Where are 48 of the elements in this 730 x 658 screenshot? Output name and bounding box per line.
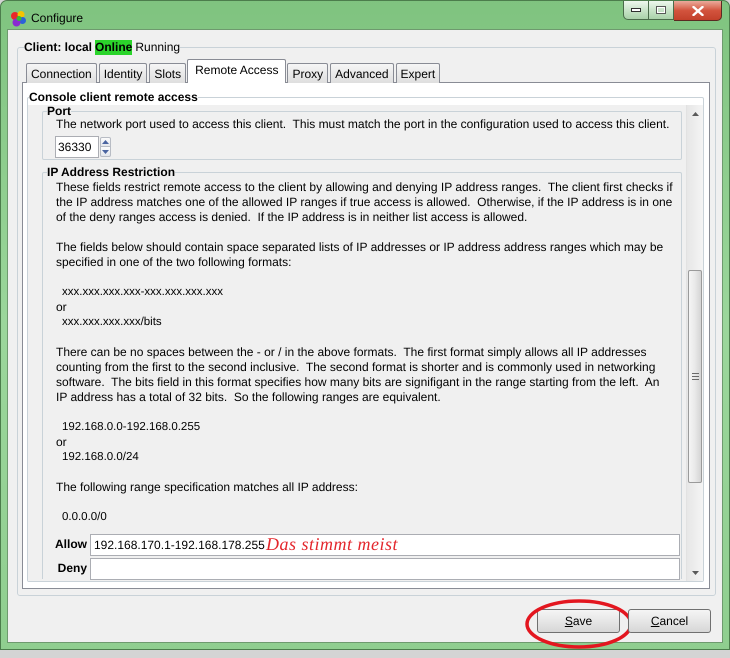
tab[interactable]: Connection [26,63,97,83]
tab[interactable]: Advanced [330,63,394,83]
color-cluster-icon [10,10,27,26]
down-arrow-icon [692,570,698,574]
format-example: xxx.xxx.xxx.xxx-xxx.xxx.xxx.xxx [62,285,223,300]
format-example: 192.168.0.0/24 [62,450,139,465]
format-example: xxx.xxx.xxx.xxx/bits [62,315,162,330]
field-label: Deny [58,560,87,577]
dialog-button[interactable]: Save [537,609,620,633]
tab[interactable]: Remote Access [187,59,286,83]
minimize-icon [631,8,641,12]
tab[interactable]: Identity [98,63,148,83]
tab[interactable]: Proxy [287,63,328,83]
conjunction-text: or [56,435,67,450]
status-badge: Online [95,40,132,55]
dialog-button[interactable]: Cancel [628,609,711,633]
grip-icon [692,373,698,380]
field-label: Allow [55,536,87,553]
conjunction-text: or [56,300,67,315]
port-field[interactable]: 36330 [55,136,99,158]
description-text: The fields below should contain space separated lists of IP addresses or IP address address ranges which may be specified in one of the two following formats: [56,240,664,270]
description-text: There can be no spaces between the - or / in the above formats. The first format simply allows all IP addresses counting from the first to the second inclusive. The second format is shorter and is commonly used in networking software. The bits field in this format specifies how many bits are signifigant in the range starting from the left. An IP address has a total of 32 bits. So the following ranges are equivalent. [56,345,660,405]
ip-range-field[interactable] [90,558,680,580]
close-icon [692,6,704,16]
maximize-icon [656,6,666,14]
description-text: These fields restrict remote access to the client by allowing and denying IP address ranges. The client first checks if the IP address matches one of the allowed IP ranges if true access is allowed. Otherwise, if the IP address is in one of the deny ranges access is denied. If the IP address is in neither list access is allowed. [56,180,673,225]
tab[interactable]: Expert [396,63,440,83]
close-button[interactable] [674,1,722,21]
up-arrow-icon [102,140,109,144]
window-title: Configure [31,10,84,27]
description-text: The following range specification matches all IP address: [56,480,359,495]
scrollbar-thumb[interactable] [688,270,702,483]
client-label: Client: local [24,40,92,55]
spin-up-button[interactable] [100,137,111,147]
handwritten-note: Das stimmt meist [266,533,398,555]
group-title: Console client remote access [29,90,198,105]
down-arrow-icon [102,150,109,154]
format-example: 0.0.0.0/0 [62,510,107,525]
minimize-button[interactable] [623,1,649,20]
tab[interactable]: Slots [149,63,186,83]
group-title: Port [47,105,71,117]
format-example: 192.168.0.0-192.168.0.255 [62,420,200,435]
maximize-button[interactable] [649,1,674,20]
spin-down-button[interactable] [100,147,111,157]
description-text: The network port used to access this client. This must match the port in the configuration used to access this client. [55,117,670,132]
up-arrow-icon [692,112,698,116]
group-title: IP Address Restriction [47,165,176,180]
run-state-label: Running [135,40,180,55]
